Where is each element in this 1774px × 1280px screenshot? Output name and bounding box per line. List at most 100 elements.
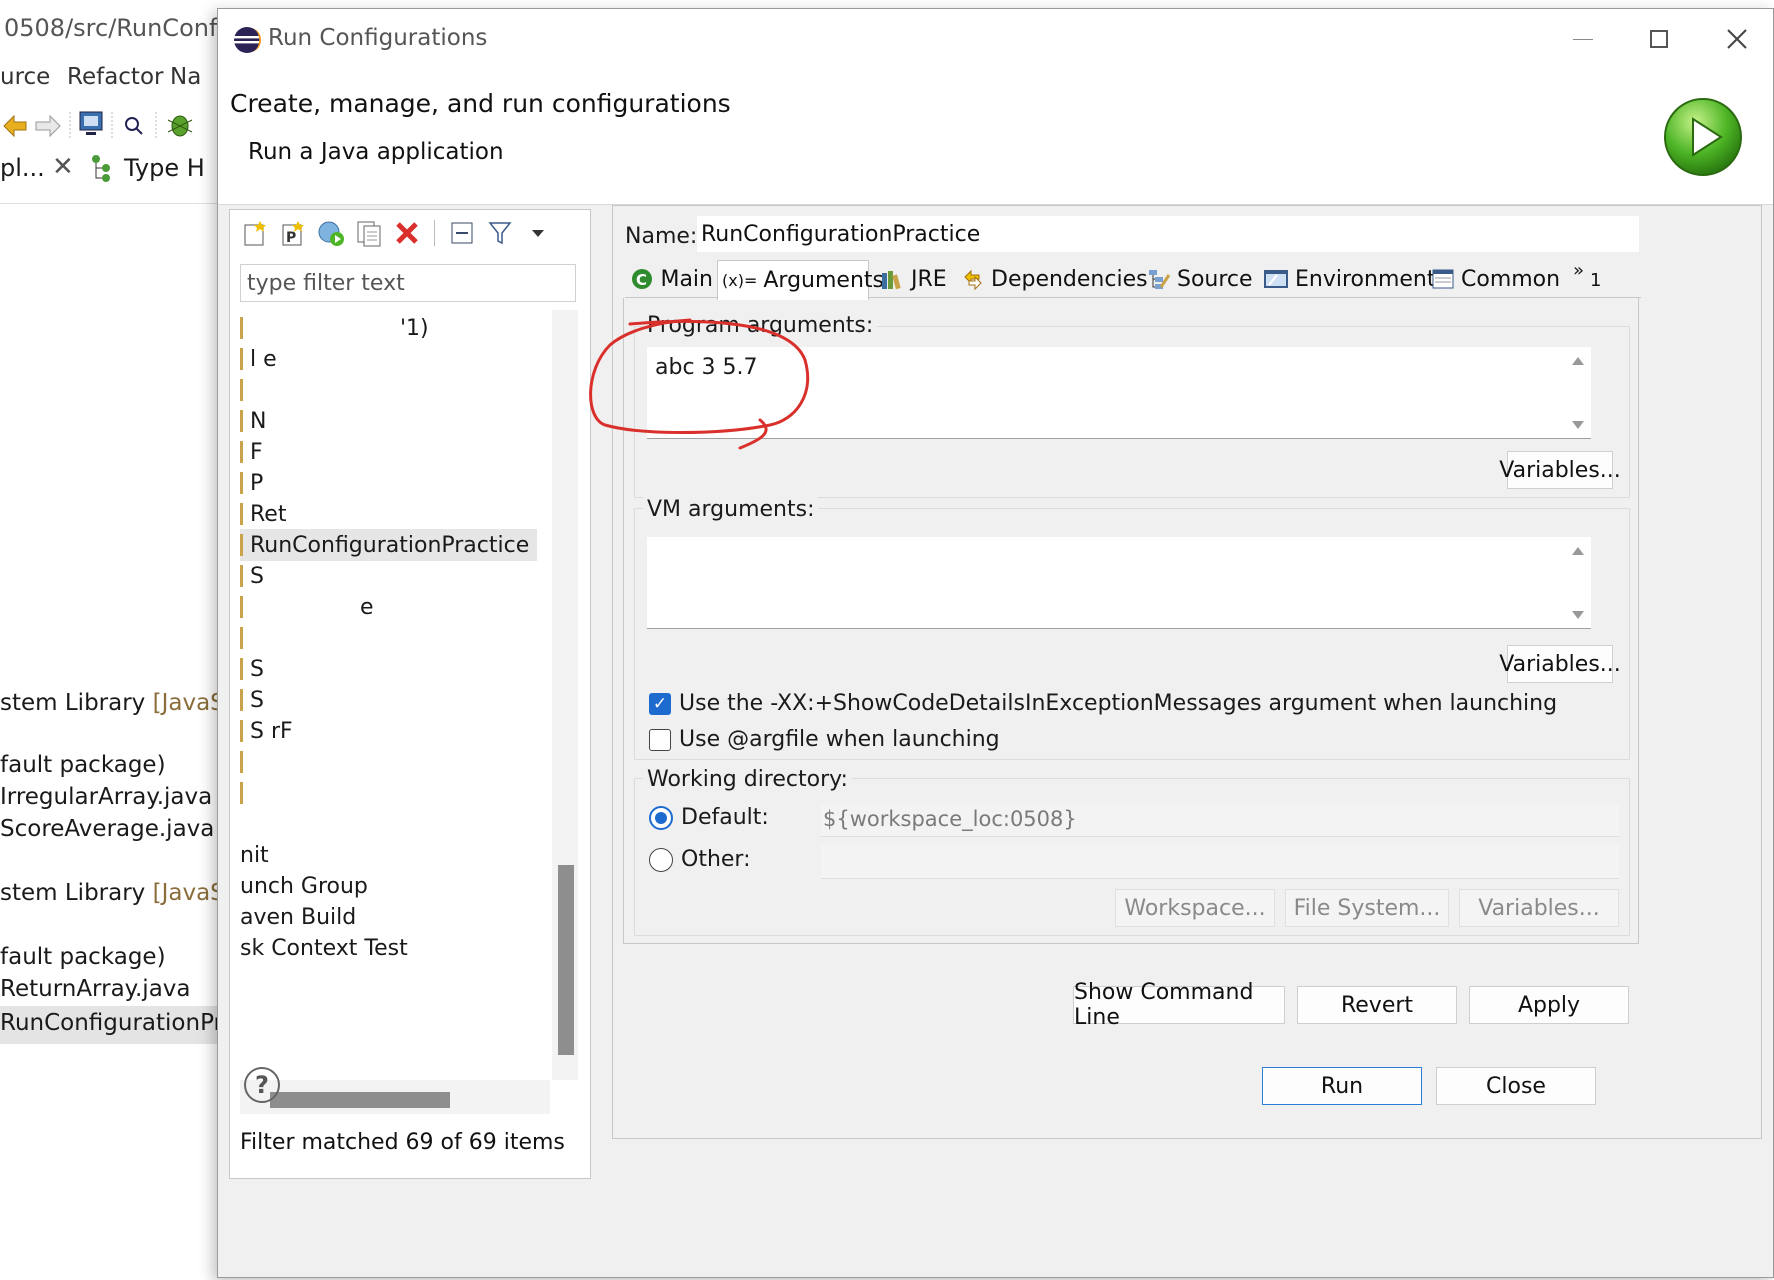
default-radio-row[interactable]: Default: (649, 805, 769, 830)
config-item[interactable]: F (240, 436, 263, 468)
other-directory-field[interactable] (821, 845, 1619, 879)
ide-view-tabs: pl... ✕ Type H (0, 146, 230, 204)
config-item[interactable] (240, 374, 250, 406)
vm-arguments-label: VM arguments: (643, 497, 819, 522)
dialog-titlebar: Run Configurations (218, 9, 1773, 69)
scroll-up-icon[interactable] (1572, 357, 1584, 365)
close-window-button[interactable] (1707, 17, 1767, 61)
revert-button[interactable]: Revert (1297, 986, 1457, 1024)
other-radio-row[interactable]: Other: (649, 847, 751, 872)
tab-jre[interactable]: JRE (875, 260, 951, 298)
close-icon[interactable]: ✕ (52, 152, 74, 182)
menu-source[interactable]: urce (0, 64, 50, 90)
horizontal-scrollbar[interactable] (240, 1080, 550, 1114)
config-item[interactable]: '1) (240, 312, 429, 344)
config-item[interactable]: N (240, 405, 266, 437)
vm-variables-button[interactable]: Variables... (1499, 645, 1621, 683)
program-arguments-input[interactable]: abc 3 5.7 (647, 347, 1591, 439)
check-icon[interactable]: ✓ (649, 692, 671, 715)
config-item[interactable]: Ret (240, 498, 286, 530)
config-item[interactable]: P (240, 467, 263, 499)
tab-package-explorer[interactable]: pl... (0, 154, 45, 182)
menu-navigate[interactable]: Na (170, 64, 201, 90)
dialog-header: Create, manage, and run configurations R… (218, 69, 1773, 205)
config-item[interactable] (240, 777, 250, 809)
tab-source[interactable]: Source (1143, 260, 1253, 298)
config-item[interactable]: l e (240, 343, 277, 375)
scrollbar-thumb[interactable] (558, 865, 574, 1055)
minimize-button[interactable] (1553, 17, 1613, 61)
file-system-button[interactable]: File System... (1285, 889, 1449, 927)
filter-input[interactable] (240, 264, 576, 302)
scroll-up-icon[interactable] (1572, 547, 1584, 555)
debug-bug-icon[interactable] (167, 115, 193, 137)
tree-item[interactable]: stem Library [JavaSE (0, 690, 230, 716)
vm-arguments-input[interactable] (647, 537, 1591, 629)
textarea-scrollbar[interactable] (1565, 347, 1591, 439)
apply-button[interactable]: Apply (1469, 986, 1629, 1024)
tree-item-selected[interactable]: RunConfigurationPra (0, 1006, 230, 1044)
textarea-scrollbar[interactable] (1565, 537, 1591, 629)
run-button[interactable]: Run (1262, 1067, 1422, 1105)
filter-icon[interactable] (485, 218, 515, 248)
tree-item[interactable]: ScoreAverage.java (0, 816, 214, 842)
collapse-all-icon[interactable] (447, 218, 477, 248)
tab-type-hierarchy[interactable]: Type H (124, 154, 205, 182)
workspace-button[interactable]: Workspace... (1115, 889, 1275, 927)
config-item[interactable] (240, 746, 250, 778)
config-item[interactable]: S (240, 653, 264, 685)
showcode-checkbox-row[interactable]: ✓ Use the -XX:+ShowCodeDetailsInExceptio… (649, 691, 1557, 716)
new-prototype-icon[interactable]: P (278, 218, 308, 248)
config-tree: '1) l e N F P Ret RunConfigurationPracti… (240, 310, 550, 1080)
menu-refactor[interactable]: Refactor (67, 64, 163, 90)
scroll-down-icon[interactable] (1572, 421, 1584, 429)
redo-icon[interactable] (35, 114, 61, 138)
maximize-button[interactable] (1629, 17, 1689, 61)
tree-item[interactable]: stem Library [JavaSE (0, 880, 230, 906)
close-button[interactable]: Close (1436, 1067, 1596, 1105)
config-item[interactable]: S rF (240, 715, 293, 747)
program-arguments-label: Program arguments: (643, 313, 878, 338)
duplicate-config-icon[interactable] (354, 218, 384, 248)
help-icon[interactable]: ? (244, 1067, 280, 1103)
tree-item[interactable]: ReturnArray.java (0, 976, 191, 1002)
tab-common[interactable]: Common (1427, 260, 1561, 298)
delete-config-icon[interactable] (392, 218, 422, 248)
monitor-icon[interactable] (79, 111, 103, 135)
tree-item[interactable]: IrregularArray.java (0, 784, 212, 810)
config-item[interactable]: unch Group (240, 870, 368, 902)
config-item[interactable] (240, 622, 250, 654)
tab-environment[interactable]: Environment (1259, 260, 1435, 298)
tree-item[interactable]: fault package) (0, 752, 166, 778)
chevron-down-icon[interactable] (523, 218, 553, 248)
config-item-selected[interactable]: RunConfigurationPractice (240, 529, 538, 561)
search-icon[interactable] (125, 117, 143, 135)
tab-overflow[interactable]: » 1 (1569, 260, 1609, 298)
wd-variables-button[interactable]: Variables... (1459, 889, 1619, 927)
config-item[interactable]: e (240, 591, 374, 623)
tab-dependencies[interactable]: Dependencies (957, 260, 1148, 298)
config-item[interactable]: aven Build (240, 901, 356, 933)
undo-icon[interactable] (3, 114, 27, 138)
program-variables-button[interactable]: Variables... (1499, 451, 1621, 489)
scrollbar-thumb[interactable] (270, 1092, 450, 1108)
argfile-checkbox-row[interactable]: Use @argfile when launching (649, 727, 1000, 752)
radio-icon[interactable] (649, 847, 673, 872)
config-item[interactable]: S (240, 684, 264, 716)
name-field[interactable] (697, 216, 1639, 252)
radio-selected-icon[interactable] (649, 805, 673, 830)
config-item[interactable]: sk Context Test (240, 932, 408, 964)
show-command-line-button[interactable]: Show Command Line (1073, 980, 1285, 1030)
tree-item[interactable]: fault package) (0, 944, 166, 970)
export-config-icon[interactable] (316, 218, 346, 248)
config-item[interactable]: nit (240, 839, 269, 871)
checkbox-icon[interactable] (649, 728, 671, 751)
tab-main[interactable]: C Main (625, 260, 717, 298)
tab-arguments[interactable]: (x)= Arguments (717, 260, 884, 300)
scroll-down-icon[interactable] (1572, 611, 1584, 619)
dialog-title: Run Configurations (268, 25, 488, 51)
vertical-scrollbar[interactable] (552, 310, 578, 1080)
config-item[interactable]: S (240, 560, 264, 592)
eclipse-icon (234, 27, 261, 53)
new-config-icon[interactable] (240, 218, 270, 248)
